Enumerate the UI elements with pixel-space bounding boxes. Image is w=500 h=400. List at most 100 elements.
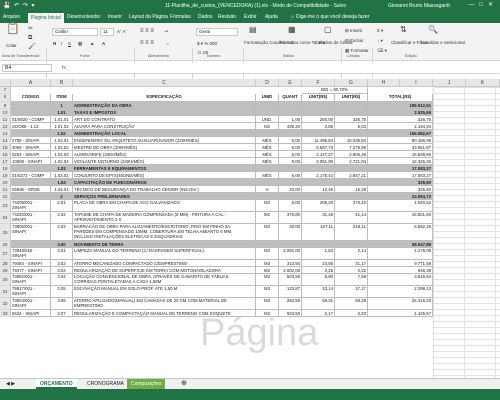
cell-f[interactable]: 3,85 (302, 123, 335, 130)
cell-g[interactable]: 2,14 (335, 248, 368, 260)
cell-g[interactable]: 31,17 (335, 260, 368, 267)
cell-a[interactable]: 79477 - SINAPI (11, 267, 51, 274)
cell-a[interactable]: 74220/001 - SINAPI (11, 212, 51, 224)
cell-b[interactable]: 1.03 (51, 165, 73, 172)
cell-g[interactable]: 7.276,98 (335, 144, 368, 151)
cell-g[interactable]: 326,75 (335, 116, 368, 123)
cell-e[interactable]: 6,00 (279, 200, 302, 212)
empty-grid-area[interactable] (433, 87, 500, 378)
cell-d[interactable] (256, 109, 279, 116)
cell-g[interactable] (335, 130, 368, 137)
cell-f[interactable] (302, 102, 335, 109)
cell-g[interactable] (335, 165, 368, 172)
cell-d[interactable]: H (256, 186, 279, 193)
column-title[interactable]: CÓDIGO (11, 94, 51, 102)
row-number[interactable]: 26 (0, 241, 11, 248)
sort-filter-icon[interactable]: ⇅ (400, 26, 407, 34)
cell-e[interactable]: 6,00 (279, 144, 302, 151)
cell-a[interactable] (11, 179, 51, 186)
cell-h[interactable]: 15.501,93 (368, 212, 433, 224)
cell-h[interactable]: 1.640,52 (368, 200, 433, 212)
cell-d[interactable]: MÊS (256, 158, 279, 165)
cell-a[interactable]: 73805/001 - SINAPI (11, 224, 51, 241)
cell-b[interactable]: 3.01 (51, 248, 73, 260)
cell-c[interactable]: FERRAMENTAS E EQUIPAMENTOS (73, 165, 256, 172)
cell-h[interactable]: 1.425,57 (368, 310, 433, 317)
cell-f[interactable] (302, 109, 335, 116)
cell-a[interactable]: 01/0272 - COMP (11, 172, 51, 179)
cell-b[interactable]: 1.01 (51, 109, 73, 116)
cell-c[interactable]: ALVARÁ PARA CONSTRUÇÃO (73, 123, 256, 130)
font-name-select[interactable]: Calibri (52, 28, 98, 36)
cell-h[interactable]: 325,60 (368, 179, 433, 186)
cell-c[interactable]: ESCAVAÇÃO MANUAL EM SOLO-PROF. ATE 1,50 … (73, 286, 256, 298)
column-title[interactable]: TOTAL(R$) (368, 94, 433, 102)
autosum-icon[interactable]: Σ ▾ (377, 28, 383, 33)
cell-f[interactable]: 2.081,90 (302, 158, 335, 165)
cell-c[interactable]: MESTRE DE OBRA (200H/MÊS) (73, 144, 256, 151)
italic-button[interactable]: I (61, 41, 62, 46)
cell-e[interactable]: 6,00 (279, 137, 302, 144)
cell-b[interactable]: 3.07 (51, 310, 73, 317)
currency-icon[interactable]: $ ▾ % 000 (197, 41, 217, 46)
cell-e[interactable]: 30,00 (279, 224, 302, 241)
cell-h[interactable]: 646,38 (368, 267, 433, 274)
cell-b[interactable]: 1.02 (51, 130, 73, 137)
cell-f[interactable] (302, 130, 335, 137)
user-name[interactable]: Giovanni Bruno Massagardi (388, 3, 450, 9)
cell-a[interactable]: SOO88 - 1.13 (11, 123, 51, 130)
formula-input[interactable] (74, 64, 494, 72)
cell-f[interactable]: 1,63 (302, 248, 335, 260)
cell-g[interactable]: 2.847,21 (335, 172, 368, 179)
cell-c[interactable]: PLACA DE OBRA EM CHAPA DE ACO GALVANIZAD… (73, 200, 256, 212)
wrap-text-icon[interactable]: ↵ (165, 29, 169, 34)
cell-d[interactable]: MÊS (256, 144, 279, 151)
cell-h[interactable]: 4.276,08 (368, 248, 433, 260)
cell-e[interactable]: 6,00 (279, 158, 302, 165)
column-title[interactable]: ITEM (51, 94, 73, 102)
cell-h[interactable]: 17.083,27 (368, 172, 433, 179)
cell-styles-icon[interactable]: ▢ (324, 26, 332, 34)
cell-g[interactable]: 7,58 (335, 274, 368, 286)
add-sheet-icon[interactable]: ⊕ (177, 379, 191, 389)
column-title[interactable]: UNIT(R$) (335, 94, 368, 102)
cell-f[interactable]: 209,20 (302, 200, 335, 212)
cell-c[interactable]: REGULARIZAÇÃO DE SUPERFÍCIE EM TERRA COM… (73, 267, 256, 274)
tab-data[interactable]: Dados (198, 14, 212, 20)
cell-g[interactable]: 273,42 (335, 200, 368, 212)
cell-b[interactable]: 2.02 (51, 212, 73, 224)
cell-d[interactable] (256, 130, 279, 137)
cell-h[interactable]: 186.912,61 (368, 102, 433, 109)
cell-b[interactable]: 3.04 (51, 274, 73, 286)
cell-b[interactable]: 1.01.01 (51, 116, 73, 123)
cell-a[interactable] (11, 102, 51, 109)
find-select-icon[interactable]: 🔍 (428, 26, 438, 34)
cell-a[interactable] (11, 241, 51, 248)
cell-c[interactable]: ATERRO MECANIZADO COMPACTADO C/EMPRESTIM… (73, 260, 256, 267)
copy-icon[interactable]: ⧉ (28, 35, 32, 41)
tab-view[interactable]: Exibir (244, 14, 257, 20)
cell-h[interactable]: 3.816,84 (368, 274, 433, 286)
cell-d[interactable]: M2 (256, 123, 279, 130)
cell-e[interactable]: 133,87 (279, 286, 302, 298)
cell-a[interactable]: 73948/016 - SINAPI (11, 248, 51, 260)
cell-f[interactable]: 0,25 (302, 267, 335, 274)
row-number[interactable]: 28 (0, 260, 11, 267)
cell-d[interactable] (256, 102, 279, 109)
cell-d[interactable]: M2 (256, 248, 279, 260)
cell-d[interactable]: MÊS (256, 137, 279, 144)
row-number[interactable]: 8 (0, 94, 11, 102)
row-number[interactable]: 20 (0, 179, 11, 186)
tab-developer[interactable]: Desenvolvedor (67, 14, 100, 20)
cell-b[interactable]: 2.01 (51, 200, 73, 212)
row-number[interactable]: 29 (0, 267, 11, 274)
cell-c[interactable]: LIMPEZA MANUAL DO TERRENO (C/ RASPAGEM S… (73, 248, 256, 260)
paste-icon[interactable]: 📋 (6, 24, 20, 35)
cell-d[interactable] (256, 241, 279, 248)
cell-f[interactable]: 13,14 (302, 286, 335, 298)
cell-e[interactable]: 1,00 (279, 116, 302, 123)
cell-e[interactable]: 6,00 (279, 151, 302, 158)
cell-d[interactable]: M3 (256, 298, 279, 310)
cell-e[interactable] (279, 102, 302, 109)
cell-d[interactable] (256, 193, 279, 200)
